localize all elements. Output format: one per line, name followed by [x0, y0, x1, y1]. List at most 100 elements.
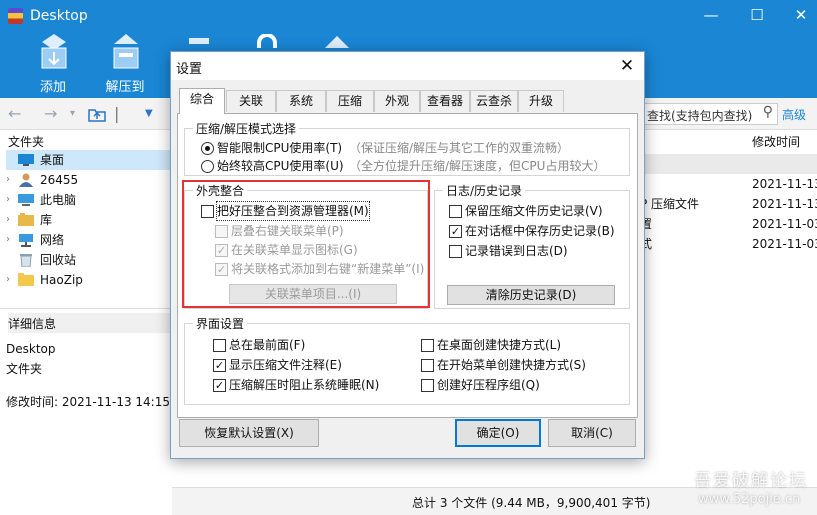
- tab-cloud-scan[interactable]: 云查杀: [470, 90, 518, 112]
- group-title: 压缩/解压模式选择: [193, 120, 300, 137]
- search-input[interactable]: 查找(支持包内查找) ⚲: [640, 103, 778, 125]
- checkbox-indicator[interactable]: [421, 379, 434, 392]
- checkbox-indicator[interactable]: ✓: [213, 359, 226, 372]
- watermark-url: www.52pojie.cn: [698, 492, 801, 507]
- option-label: 记录错误到日志(D): [465, 244, 568, 258]
- extract-to-label: 解压到: [105, 80, 145, 95]
- checkbox-indicator[interactable]: [449, 205, 462, 218]
- list-item[interactable]: 式 2021-11-03: [640, 234, 817, 254]
- minimize-button[interactable]: —: [696, 4, 726, 26]
- details-modified: 修改时间: 2021-11-13 14:15:5: [6, 395, 182, 409]
- dialog-history-checkbox[interactable]: ✓ 在对话框中保存历史记录(B): [449, 222, 627, 240]
- tree-item-desktop[interactable]: 桌面: [6, 150, 170, 170]
- checkbox-indicator[interactable]: [421, 359, 434, 372]
- tab-system[interactable]: 系统: [276, 90, 326, 112]
- expand-icon[interactable]: ›: [6, 230, 16, 250]
- folder-tree-header: 文件夹: [8, 135, 45, 149]
- checkbox-indicator[interactable]: [201, 205, 214, 218]
- recycle-bin-icon: [20, 254, 32, 267]
- smart-cpu-radio[interactable]: 智能限制CPU使用率(T) （保证压缩/解压与其它工作的双重流畅）: [201, 139, 621, 157]
- tab-general[interactable]: 综合: [179, 88, 225, 114]
- checkbox-indicator[interactable]: [449, 245, 462, 258]
- tree-item-label: 回收站: [40, 253, 77, 267]
- checkbox-indicator[interactable]: [215, 225, 228, 238]
- folder-icon: [18, 273, 34, 286]
- details-header: 详细信息: [8, 313, 172, 333]
- search-icon[interactable]: ⚲: [763, 104, 773, 120]
- tab-association[interactable]: 关联: [226, 90, 276, 112]
- network-icon: [19, 234, 33, 247]
- expand-icon[interactable]: ›: [6, 170, 16, 190]
- checkbox-indicator[interactable]: ✓: [215, 263, 228, 276]
- column-header-modified[interactable]: 修改时间: [752, 132, 800, 152]
- integrate-explorer-checkbox[interactable]: 把好压整合到资源管理器(M): [201, 201, 423, 221]
- restore-defaults-button[interactable]: 恢复默认设置(X): [179, 419, 319, 447]
- error-log-checkbox[interactable]: 记录错误到日志(D): [449, 242, 627, 260]
- tree-item-library[interactable]: › 库: [6, 210, 170, 230]
- view-dropdown-icon[interactable]: ▼: [145, 108, 153, 119]
- close-window-button[interactable]: ✕: [786, 4, 816, 26]
- option-label: 在桌面创建快捷方式(L): [437, 338, 562, 352]
- tab-appearance[interactable]: 外观: [374, 90, 420, 112]
- option-label: 在关联菜单显示图标(G): [231, 243, 358, 257]
- separator: |: [114, 104, 120, 123]
- list-row-selected[interactable]: [640, 154, 817, 174]
- cascade-menu-checkbox[interactable]: 层叠右键关联菜单(P): [215, 222, 425, 240]
- ok-button[interactable]: 确定(O): [455, 419, 541, 447]
- radio-indicator[interactable]: [201, 142, 214, 155]
- expand-icon[interactable]: ›: [6, 190, 16, 210]
- checkbox-indicator[interactable]: [213, 339, 226, 352]
- option-hint: （全方位提升压缩/解压速度，但CPU占用较大）: [349, 159, 606, 173]
- group-title: 日志/历史记录: [443, 182, 526, 199]
- extract-to-button[interactable]: 解压到: [95, 32, 155, 98]
- keep-history-checkbox[interactable]: 保留压缩文件历史记录(V): [449, 202, 627, 220]
- prevent-sleep-checkbox[interactable]: ✓ 压缩解压时阻止系统睡眠(N): [213, 376, 413, 394]
- tab-viewer[interactable]: 查看器: [420, 90, 470, 112]
- checkbox-indicator[interactable]: ✓: [215, 244, 228, 257]
- new-menu-checkbox[interactable]: ✓ 将关联格式添加到右键“新建菜单”(I): [215, 260, 427, 278]
- clear-history-button[interactable]: 清除历史记录(D): [447, 285, 615, 305]
- start-menu-shortcut-checkbox[interactable]: 在开始菜单创建快捷方式(S): [421, 356, 626, 374]
- details-header-label: 详细信息: [8, 317, 57, 331]
- dialog-close-button[interactable]: ✕: [616, 55, 638, 77]
- forward-icon[interactable]: →: [44, 104, 57, 123]
- maximize-button[interactable]: ☐: [742, 4, 772, 26]
- list-item[interactable]: 置 2021-11-03: [640, 214, 817, 234]
- tab-compression[interactable]: 压缩: [326, 90, 374, 112]
- expand-icon[interactable]: ›: [6, 210, 16, 230]
- checkbox-indicator[interactable]: ✓: [213, 379, 226, 392]
- tree-item-this-pc[interactable]: › 此电脑: [6, 190, 170, 210]
- list-item[interactable]: 2021-11-13: [640, 174, 817, 194]
- cancel-button[interactable]: 取消(C): [548, 419, 636, 447]
- radio-indicator[interactable]: [201, 160, 214, 173]
- desktop-icon: [18, 154, 34, 166]
- option-label: 将关联格式添加到右键“新建菜单”(I): [231, 262, 425, 276]
- high-cpu-radio[interactable]: 始终较高CPU使用率(U) （全方位提升压缩/解压速度，但CPU占用较大）: [201, 157, 621, 175]
- group-title: 界面设置: [193, 315, 248, 332]
- list-item[interactable]: P 压缩文件 2021-11-13: [640, 194, 817, 214]
- expand-icon[interactable]: ›: [6, 270, 16, 290]
- tab-upgrade[interactable]: 升级: [518, 90, 564, 112]
- tree-item-network[interactable]: › 网络: [6, 230, 170, 250]
- option-label: 保留压缩文件历史记录(V): [465, 204, 603, 218]
- add-button[interactable]: 添加: [23, 32, 83, 98]
- option-label: 智能限制CPU使用率(T): [217, 141, 343, 155]
- tree-item-haozip[interactable]: › HaoZip: [6, 270, 170, 290]
- up-folder-icon[interactable]: [88, 106, 106, 122]
- back-icon[interactable]: ←: [8, 104, 21, 123]
- program-group-checkbox[interactable]: 创建好压程序组(Q): [421, 376, 626, 394]
- tree-item-recycle-bin[interactable]: 回收站: [6, 250, 170, 270]
- history-dropdown-icon[interactable]: ▾: [70, 108, 75, 119]
- ui-settings-group: 界面设置 总在最前面(F) 在桌面创建快捷方式(L) ✓ 显示压缩文件注释(E)…: [184, 315, 630, 405]
- tree-item-label: 此电脑: [40, 193, 77, 207]
- always-on-top-checkbox[interactable]: 总在最前面(F): [213, 336, 413, 354]
- advanced-search-link[interactable]: 高级: [782, 106, 806, 123]
- tree-item-user[interactable]: › 26455: [6, 170, 170, 190]
- show-comment-checkbox[interactable]: ✓ 显示压缩文件注释(E): [213, 356, 413, 374]
- menu-icons-checkbox[interactable]: ✓ 在关联菜单显示图标(G): [215, 241, 425, 259]
- option-label: 把好压整合到资源管理器(M): [216, 201, 370, 221]
- checkbox-indicator[interactable]: ✓: [449, 225, 462, 238]
- context-menu-items-button[interactable]: 关联菜单项目...(I): [229, 284, 397, 304]
- checkbox-indicator[interactable]: [421, 339, 434, 352]
- desktop-shortcut-checkbox[interactable]: 在桌面创建快捷方式(L): [421, 336, 626, 354]
